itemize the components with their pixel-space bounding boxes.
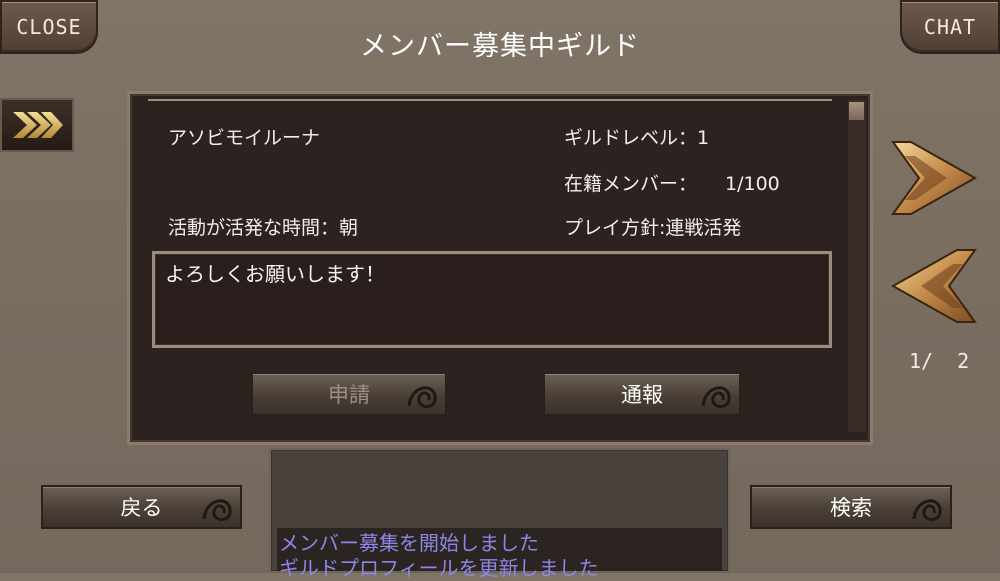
guild-name: アソビモイルーナ	[168, 127, 321, 149]
guild-detail-panel: アソビモイルーナ ギルドレベル：1 在籍メンバー： 1/100 活動が活発な時間：…	[127, 91, 873, 445]
guild-active-time: 活動が活発な時間：朝	[168, 217, 359, 239]
panel-divider	[148, 99, 832, 101]
prev-page-button[interactable]	[889, 246, 979, 330]
next-page-button[interactable]	[889, 138, 979, 222]
swirl-ornament-icon	[912, 499, 942, 521]
apply-button[interactable]: 申請	[251, 372, 447, 416]
arrow-right-icon	[891, 141, 978, 215]
swirl-ornament-icon	[701, 386, 731, 408]
swirl-ornament-icon	[407, 386, 437, 408]
report-button[interactable]: 通報	[543, 372, 741, 416]
swirl-ornament-icon	[202, 499, 232, 521]
guild-message-box: よろしくお願いします！	[152, 251, 832, 348]
double-chevron-right-icon	[13, 112, 63, 138]
page-indicator: 1/ 2	[909, 349, 970, 373]
guild-level-value: 1	[697, 127, 710, 149]
system-log-panel[interactable]: メンバー募集を開始しました ギルドプロフィールを更新しました	[269, 448, 730, 580]
guild-message: よろしくお願いします！	[165, 262, 385, 286]
panel-scrollbar[interactable]	[848, 100, 866, 432]
guild-level: ギルドレベル：1	[564, 123, 709, 150]
scrollbar-thumb[interactable]	[849, 102, 864, 120]
arrow-left-icon	[890, 249, 977, 323]
guild-play-policy: プレイ方針:連戦活発	[564, 217, 742, 239]
guild-members-label: 在籍メンバー：	[564, 173, 698, 195]
guild-members-value: 1/100	[725, 173, 780, 195]
log-line: ギルドプロフィールを更新しました	[279, 556, 599, 580]
report-button-label: 通報	[621, 383, 663, 407]
back-button-label: 戻る	[120, 496, 163, 520]
expand-panel-button[interactable]	[0, 98, 74, 152]
guild-level-label: ギルドレベル：	[564, 127, 698, 149]
page-title: メンバー募集中ギルド	[360, 31, 640, 62]
back-button[interactable]: 戻る	[41, 485, 242, 529]
guild-members: 在籍メンバー： 1/100	[564, 169, 780, 196]
search-button[interactable]: 検索	[750, 485, 952, 529]
search-button-label: 検索	[830, 496, 872, 520]
apply-button-label: 申請	[328, 383, 370, 407]
